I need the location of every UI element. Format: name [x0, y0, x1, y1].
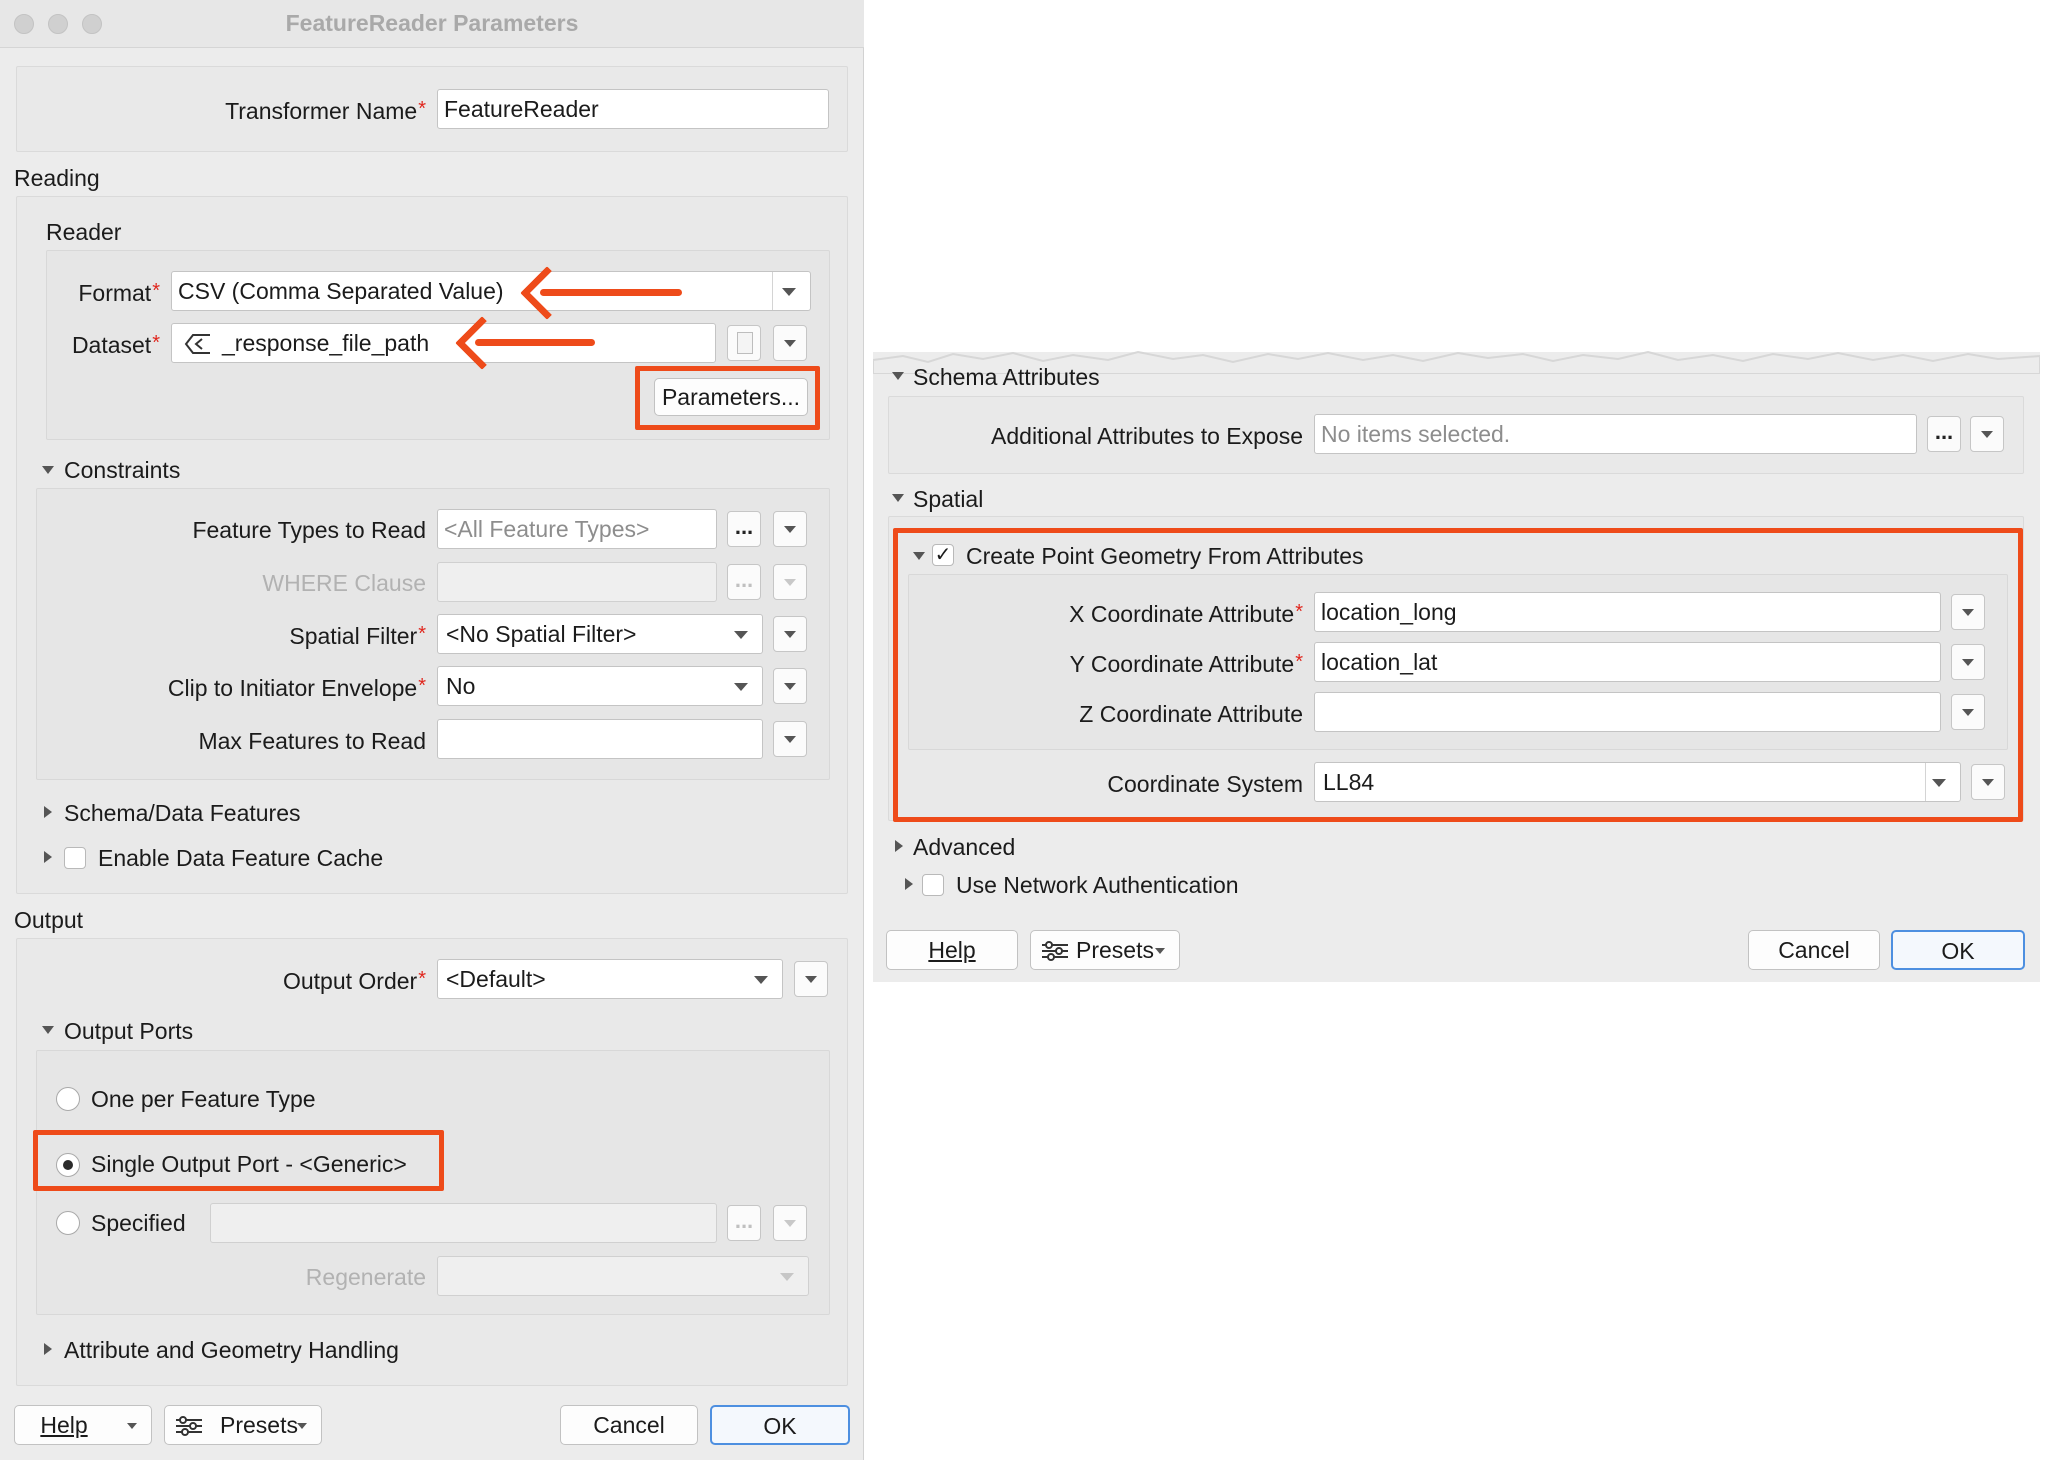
dataset-dropdown-button[interactable] — [773, 325, 807, 361]
output-ports-label: Output Ports — [64, 1018, 194, 1044]
title-bar: FeatureReader Parameters — [0, 0, 864, 48]
spatial-filter-label: Spatial Filter* — [289, 623, 426, 649]
browse-file-button[interactable] — [727, 325, 761, 361]
additional-attrs-dropdown-button[interactable] — [1970, 416, 2004, 452]
create-point-label: Create Point Geometry From Attributes — [966, 543, 1364, 569]
window-title: FeatureReader Parameters — [285, 10, 579, 36]
network-auth-expand-icon[interactable] — [905, 878, 913, 890]
feature-types-label: Feature Types to Read — [192, 517, 426, 543]
help-caret-icon — [127, 1423, 137, 1429]
attr-geom-expand-icon[interactable] — [44, 1343, 52, 1355]
additional-attrs-browse-button[interactable]: ... — [1927, 416, 1961, 452]
radio-single-output-port[interactable] — [56, 1153, 80, 1177]
enable-cache-label: Enable Data Feature Cache — [98, 845, 384, 871]
additional-attrs-label: Additional Attributes to Expose — [991, 423, 1303, 449]
where-clause-input — [437, 562, 717, 602]
sliders-icon — [1042, 941, 1068, 961]
spatial-collapse-icon[interactable] — [892, 494, 904, 502]
dataset-input[interactable]: _response_file_path — [171, 323, 716, 363]
schema-data-features-label: Schema/Data Features — [64, 800, 301, 826]
where-clause-browse-button: ... — [727, 564, 761, 600]
constraints-section-label: Constraints — [64, 457, 181, 483]
y-coordinate-label: Y Coordinate Attribute* — [1069, 651, 1303, 677]
x-coordinate-dropdown-button[interactable] — [1951, 594, 1985, 630]
schema-data-expand-icon[interactable] — [44, 806, 52, 818]
specified-input — [210, 1203, 717, 1243]
z-coordinate-dropdown-button[interactable] — [1951, 694, 1985, 730]
output-ports-collapse-icon[interactable] — [42, 1026, 54, 1034]
spatial-filter-select[interactable]: <No Spatial Filter> — [437, 614, 763, 654]
feature-types-browse-button[interactable]: ... — [727, 511, 761, 547]
output-order-dropdown-button[interactable] — [794, 961, 828, 997]
help-button[interactable]: Help — [14, 1405, 152, 1445]
constraints-collapse-icon[interactable] — [42, 466, 54, 474]
reading-section-label: Reading — [14, 165, 100, 191]
reader-group-label: Reader — [46, 219, 122, 245]
y-coordinate-dropdown-button[interactable] — [1951, 644, 1985, 680]
x-coordinate-label: X Coordinate Attribute* — [1069, 601, 1303, 627]
x-coordinate-input[interactable]: location_long — [1314, 592, 1941, 632]
where-clause-dropdown-button — [773, 564, 807, 600]
network-auth-label: Use Network Authentication — [956, 872, 1239, 898]
clip-envelope-dropdown-button[interactable] — [773, 668, 807, 704]
coordinate-system-dropdown-button[interactable] — [1971, 764, 2005, 800]
where-clause-label: WHERE Clause — [262, 570, 426, 596]
transformer-name-label: Transformer Name* — [225, 98, 426, 124]
output-order-select[interactable]: <Default> — [437, 959, 783, 999]
regenerate-select — [437, 1256, 809, 1296]
advanced-expand-icon[interactable] — [895, 840, 903, 852]
ok-button[interactable]: OK — [710, 1405, 850, 1445]
output-section-label: Output — [14, 907, 84, 933]
presets-caret-icon — [297, 1423, 307, 1429]
y-coordinate-input[interactable]: location_lat — [1314, 642, 1941, 682]
feature-types-dropdown-button[interactable] — [773, 511, 807, 547]
z-coordinate-label: Z Coordinate Attribute — [1079, 701, 1303, 727]
coordinate-system-label: Coordinate System — [1107, 771, 1303, 797]
schema-attributes-label: Schema Attributes — [913, 364, 1100, 390]
spatial-section-label: Spatial — [913, 486, 984, 512]
radio-one-per-label: One per Feature Type — [91, 1086, 316, 1112]
data-cache-expand-icon[interactable] — [44, 851, 52, 863]
format-label: Format* — [78, 280, 160, 306]
spatial-filter-dropdown-button[interactable] — [773, 616, 807, 652]
parameters-button[interactable]: Parameters... — [654, 378, 808, 416]
sliders-icon — [176, 1416, 202, 1436]
enable-cache-checkbox[interactable] — [64, 847, 86, 869]
clip-envelope-select[interactable]: No — [437, 666, 763, 706]
radio-one-per-feature-type[interactable] — [56, 1087, 80, 1111]
help-button-2[interactable]: Help — [886, 930, 1018, 970]
max-features-dropdown-button[interactable] — [773, 721, 807, 757]
presets-caret-icon — [1155, 948, 1165, 954]
network-auth-checkbox[interactable] — [922, 874, 944, 896]
specified-browse-button: ... — [727, 1205, 761, 1241]
radio-specified-label: Specified — [91, 1210, 186, 1236]
create-point-collapse-icon[interactable] — [913, 552, 925, 560]
output-order-label: Output Order* — [282, 968, 426, 994]
attr-geom-handling-label: Attribute and Geometry Handling — [64, 1337, 399, 1363]
presets-button-2[interactable]: Presets — [1030, 930, 1180, 970]
file-icon — [737, 332, 753, 354]
cancel-button-2[interactable]: Cancel — [1748, 930, 1880, 970]
clip-envelope-label: Clip to Initiator Envelope* — [167, 675, 426, 701]
ok-button-2[interactable]: OK — [1891, 930, 2025, 970]
additional-attrs-input[interactable]: No items selected. — [1314, 414, 1917, 454]
radio-single-label: Single Output Port - <Generic> — [91, 1151, 407, 1177]
dataset-label: Dataset* — [71, 332, 160, 358]
specified-dropdown-button — [773, 1205, 807, 1241]
advanced-section-label: Advanced — [913, 834, 1016, 860]
create-point-checkbox[interactable]: ✓ — [932, 544, 954, 566]
max-features-label: Max Features to Read — [198, 728, 426, 754]
transformer-name-input[interactable]: FeatureReader — [437, 89, 829, 129]
cancel-button[interactable]: Cancel — [560, 1405, 698, 1445]
attribute-value-icon — [184, 334, 210, 354]
max-features-input[interactable] — [437, 719, 763, 759]
radio-specified[interactable] — [56, 1211, 80, 1235]
z-coordinate-input[interactable] — [1314, 692, 1941, 732]
coordinate-system-select[interactable]: LL84 — [1314, 762, 1961, 802]
regenerate-label: Regenerate — [305, 1264, 426, 1290]
presets-button[interactable]: Presets — [164, 1405, 322, 1445]
feature-types-input[interactable]: <All Feature Types> — [437, 509, 717, 549]
format-select[interactable]: CSV (Comma Separated Value) — [171, 271, 811, 311]
schema-attributes-collapse-icon[interactable] — [892, 372, 904, 380]
